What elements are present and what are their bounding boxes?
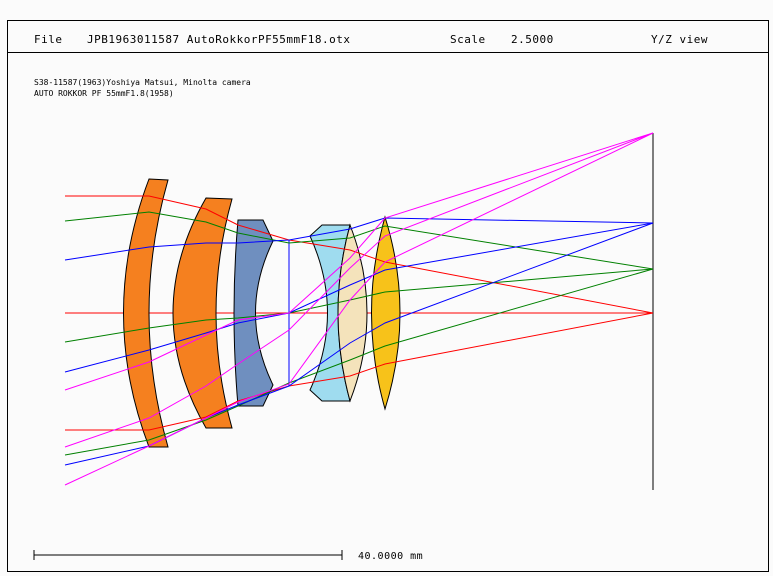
lens-layout-window: File JPB1963011587 AutoRokkorPF55mmF18.o… [0,0,773,576]
scale-bar-label: 40.0000 mm [358,551,424,562]
lens-element-6 [371,215,401,411]
lens-diagram [33,132,654,560]
